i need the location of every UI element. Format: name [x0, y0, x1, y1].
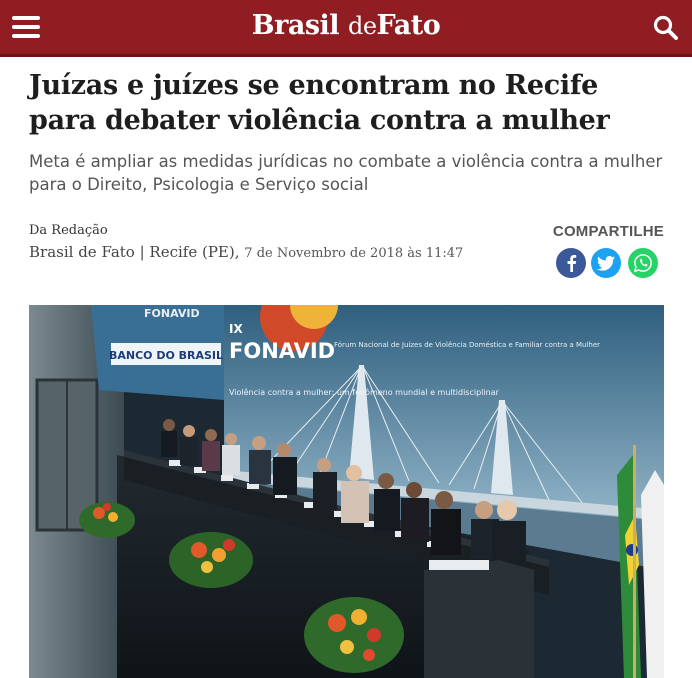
facebook-share-button[interactable]	[556, 248, 586, 278]
screen-title-text: FONAVID	[229, 339, 335, 363]
site-logo[interactable]: Brasil deFato	[0, 10, 692, 41]
article-headline: Juízas e juízes se encontram no Recife p…	[29, 70, 610, 136]
whatsapp-icon	[633, 254, 652, 273]
logo-end: Fato	[376, 10, 441, 41]
twitter-icon	[597, 255, 615, 271]
byline-label: Da Redação	[29, 223, 108, 238]
screen-theme-text: Violência contra a mulher: um fenômeno m…	[229, 387, 500, 397]
bank-logo-text: BANCO DO BRASIL	[109, 349, 223, 362]
facebook-icon	[567, 255, 577, 272]
byline-date: 7 de Novembro de 2018 às 11:47	[244, 246, 464, 261]
share-label: COMPARTILHE	[552, 223, 664, 240]
whatsapp-share-button[interactable]	[628, 248, 658, 278]
article-subtitle: Meta é ampliar as medidas jurídicas no c…	[29, 152, 663, 194]
screen-forum-text: Fórum Nacional de Juízes de Violência Do…	[334, 341, 600, 349]
top-screen-logo-text: FONAVID	[144, 307, 200, 320]
logo-de: de	[347, 12, 377, 40]
twitter-share-button[interactable]	[591, 248, 621, 278]
logo-main: Brasil	[251, 10, 340, 41]
screen-edition-text: IX	[229, 322, 243, 336]
search-icon[interactable]	[652, 14, 680, 42]
top-bar: Brasil deFato	[0, 0, 692, 57]
article-photo: BANCO DO BRASIL FONAVID IX FONAVID Fórum…	[29, 305, 664, 678]
byline-source: Brasil de Fato | Recife (PE),	[29, 243, 240, 261]
byline: Brasil de Fato | Recife (PE), 7 de Novem…	[29, 243, 463, 261]
